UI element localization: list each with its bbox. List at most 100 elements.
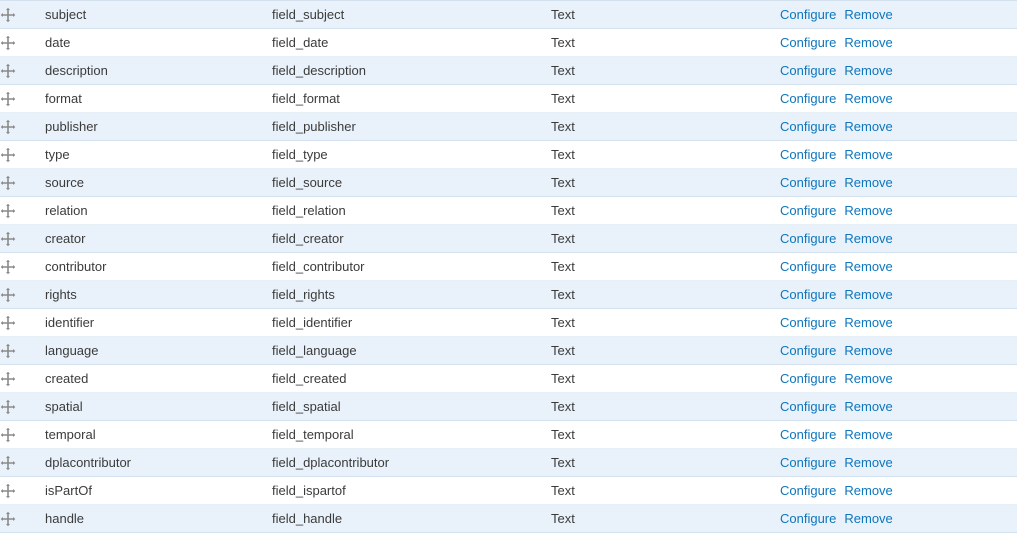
configure-link[interactable]: Configure xyxy=(780,203,836,218)
table-row: rights field_rights Text Configure Remove xyxy=(0,280,1017,309)
operations-cell: Configure Remove xyxy=(780,169,1017,197)
operations-cell: Configure Remove xyxy=(780,393,1017,421)
remove-link[interactable]: Remove xyxy=(844,343,892,358)
operations-cell: Configure Remove xyxy=(780,141,1017,169)
move-cross-icon[interactable] xyxy=(0,483,16,499)
remove-link[interactable]: Remove xyxy=(844,203,892,218)
move-cross-icon[interactable] xyxy=(0,343,16,359)
configure-link[interactable]: Configure xyxy=(780,7,836,22)
configure-link[interactable]: Configure xyxy=(780,231,836,246)
configure-link[interactable]: Configure xyxy=(780,119,836,134)
field-label: dplacontributor xyxy=(45,455,131,470)
remove-link[interactable]: Remove xyxy=(844,259,892,274)
move-cross-icon[interactable] xyxy=(0,119,16,135)
move-cross-icon[interactable] xyxy=(0,231,16,247)
drag-handle-cell xyxy=(0,113,45,141)
move-cross-icon[interactable] xyxy=(0,91,16,107)
drag-handle-cell xyxy=(0,393,45,421)
configure-link[interactable]: Configure xyxy=(780,483,836,498)
configure-link[interactable]: Configure xyxy=(780,287,836,302)
move-cross-icon[interactable] xyxy=(0,287,16,303)
field-machine-name: field_relation xyxy=(272,203,346,218)
configure-link[interactable]: Configure xyxy=(780,259,836,274)
operations-cell: Configure Remove xyxy=(780,449,1017,477)
remove-link[interactable]: Remove xyxy=(844,427,892,442)
remove-link[interactable]: Remove xyxy=(844,147,892,162)
remove-link[interactable]: Remove xyxy=(844,35,892,50)
field-type: Text xyxy=(551,371,575,386)
table-row: relation field_relation Text Configure Remov… xyxy=(0,196,1017,225)
configure-link[interactable]: Configure xyxy=(780,35,836,50)
field-machine-name: field_date xyxy=(272,35,329,50)
operations-cell: Configure Remove xyxy=(780,113,1017,141)
field-machine-name: field_spatial xyxy=(272,399,341,414)
field-machine-name: field_format xyxy=(272,91,340,106)
move-cross-icon[interactable] xyxy=(0,35,16,51)
field-machine-name: field_dplacontributor xyxy=(272,455,390,470)
configure-link[interactable]: Configure xyxy=(780,399,836,414)
remove-link[interactable]: Remove xyxy=(844,231,892,246)
drag-handle-cell xyxy=(0,281,45,309)
table-row: subject field_subject Text Configure Remove xyxy=(0,0,1017,29)
move-cross-icon[interactable] xyxy=(0,427,16,443)
configure-link[interactable]: Configure xyxy=(780,371,836,386)
table-row: language field_language Text Configure Remov… xyxy=(0,336,1017,365)
configure-link[interactable]: Configure xyxy=(780,147,836,162)
field-type: Text xyxy=(551,483,575,498)
field-machine-name: field_contributor xyxy=(272,259,365,274)
remove-link[interactable]: Remove xyxy=(844,315,892,330)
field-label: creator xyxy=(45,231,86,246)
table-row: temporal field_temporal Text Configure Remov… xyxy=(0,420,1017,449)
configure-link[interactable]: Configure xyxy=(780,315,836,330)
remove-link[interactable]: Remove xyxy=(844,483,892,498)
move-cross-icon[interactable] xyxy=(0,315,16,331)
table-row: created field_created Text Configure Remove xyxy=(0,364,1017,393)
configure-link[interactable]: Configure xyxy=(780,63,836,78)
remove-link[interactable]: Remove xyxy=(844,455,892,470)
move-cross-icon[interactable] xyxy=(0,63,16,79)
operations-cell: Configure Remove xyxy=(780,85,1017,113)
field-machine-name: field_created xyxy=(272,371,347,386)
field-label: contributor xyxy=(45,259,107,274)
field-machine-name: field_ispartof xyxy=(272,483,346,498)
field-machine-name: field_publisher xyxy=(272,119,356,134)
remove-link[interactable]: Remove xyxy=(844,91,892,106)
remove-link[interactable]: Remove xyxy=(844,7,892,22)
remove-link[interactable]: Remove xyxy=(844,175,892,190)
remove-link[interactable]: Remove xyxy=(844,371,892,386)
field-machine-name: field_identifier xyxy=(272,315,353,330)
field-type: Text xyxy=(551,35,575,50)
move-cross-icon[interactable] xyxy=(0,371,16,387)
drag-handle-cell xyxy=(0,225,45,253)
move-cross-icon[interactable] xyxy=(0,259,16,275)
remove-link[interactable]: Remove xyxy=(844,399,892,414)
drag-handle-cell xyxy=(0,365,45,393)
move-cross-icon[interactable] xyxy=(0,455,16,471)
field-label: language xyxy=(45,343,99,358)
field-table-body: subject field_subject Text Configure Remove d… xyxy=(0,0,1017,533)
remove-link[interactable]: Remove xyxy=(844,119,892,134)
drag-handle-cell xyxy=(0,309,45,337)
field-machine-name: field_description xyxy=(272,63,366,78)
field-machine-name: field_language xyxy=(272,343,357,358)
move-cross-icon[interactable] xyxy=(0,203,16,219)
field-type: Text xyxy=(551,259,575,274)
operations-cell: Configure Remove xyxy=(780,281,1017,309)
drag-handle-cell xyxy=(0,57,45,85)
configure-link[interactable]: Configure xyxy=(780,455,836,470)
configure-link[interactable]: Configure xyxy=(780,91,836,106)
field-type: Text xyxy=(551,147,575,162)
table-row: source field_source Text Configure Remove xyxy=(0,168,1017,197)
operations-cell: Configure Remove xyxy=(780,1,1017,29)
operations-cell: Configure Remove xyxy=(780,309,1017,337)
configure-link[interactable]: Configure xyxy=(780,175,836,190)
remove-link[interactable]: Remove xyxy=(844,287,892,302)
move-cross-icon[interactable] xyxy=(0,7,16,23)
configure-link[interactable]: Configure xyxy=(780,343,836,358)
configure-link[interactable]: Configure xyxy=(780,427,836,442)
move-cross-icon[interactable] xyxy=(0,147,16,163)
remove-link[interactable]: Remove xyxy=(844,63,892,78)
move-cross-icon[interactable] xyxy=(0,399,16,415)
move-cross-icon[interactable] xyxy=(0,175,16,191)
field-type: Text xyxy=(551,7,575,22)
